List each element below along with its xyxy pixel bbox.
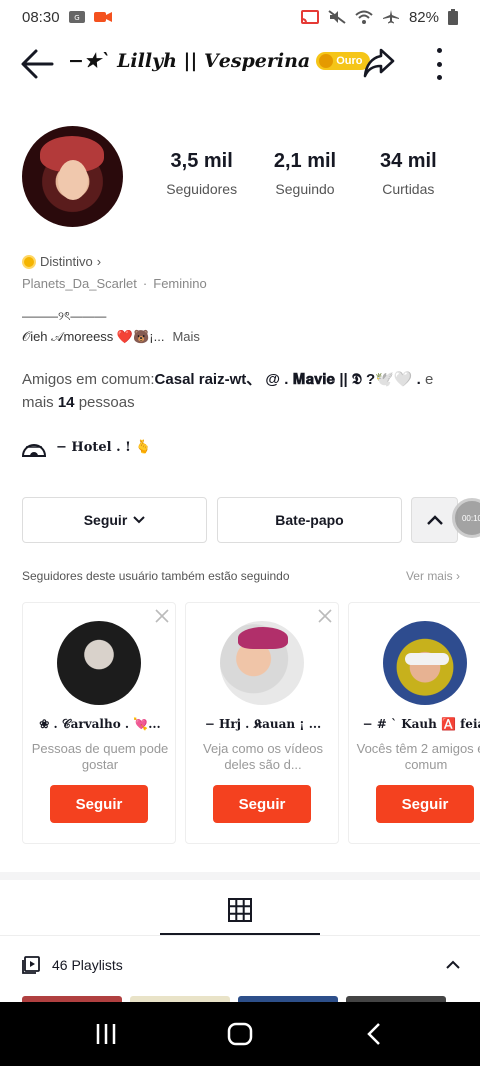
battery-percent: 82% (408, 8, 439, 26)
distintivo-icon (22, 254, 36, 269)
suggestion-carousel[interactable]: ❀ . 𝒞arvalho . 💘... Pessoas de quem pode… (22, 602, 480, 846)
gender: Feminino (153, 276, 207, 291)
stat-value: 34 mil (379, 150, 437, 172)
suggestion-avatar[interactable] (220, 621, 304, 705)
wifi-icon (355, 10, 373, 24)
username: Planets_Da_Scarlet (22, 276, 137, 291)
bio-more-link[interactable]: Mais (172, 329, 199, 344)
mutual-count: 14 (57, 394, 75, 411)
suggestion-avatar[interactable] (383, 621, 467, 705)
back-icon[interactable] (366, 1022, 382, 1046)
follow-dropdown-button[interactable]: Seguir (22, 497, 207, 543)
suggestion-avatar[interactable] (57, 621, 141, 705)
suggestion-card[interactable]: ❀ . 𝒞arvalho . 💘... Pessoas de quem pode… (22, 602, 176, 844)
hotel-link[interactable]: − 𝐇𝐨𝐭𝐞𝐥 . ! 🫰 (22, 436, 152, 458)
chevron-up-icon[interactable] (446, 960, 460, 970)
suggestion-name: ❀ . 𝒞arvalho . 💘... (39, 717, 161, 731)
chat-button[interactable]: Bate-papo (217, 497, 402, 543)
igloo-icon (22, 444, 46, 457)
more-options-icon[interactable] (430, 48, 448, 80)
back-arrow-icon[interactable] (20, 48, 54, 80)
see-more-link[interactable]: Ver mais › (406, 569, 460, 583)
stat-value: 3,5 mil (170, 150, 233, 172)
stat-label: Seguidores (166, 181, 238, 197)
content-tabs (0, 880, 480, 936)
dismiss-icon[interactable] (318, 609, 332, 623)
suggestions-heading: Seguidores deste usuário também estão se… (22, 569, 290, 583)
battery-icon (448, 9, 458, 25)
chevron-right-icon: › (96, 254, 102, 269)
section-divider (0, 872, 480, 880)
stat-value: 2,1 mil (273, 150, 337, 172)
suggestion-name: − Hrj . 𝕶auan ¡ ... (204, 717, 322, 731)
playlists-label: 46 Playlists (52, 957, 123, 973)
mutual-prefix: Amigos em comum: (22, 371, 155, 388)
suggestion-reason: Pessoas de quem pode gostar (31, 741, 169, 772)
collapse-suggestions-button[interactable] (411, 497, 458, 543)
distintivo-link[interactable]: Distintivo › (22, 254, 101, 269)
grid-icon[interactable] (228, 898, 252, 922)
chat-label: Bate-papo (275, 512, 344, 528)
suggestion-card[interactable]: − # ` Kauh 🅰️ feia. Vocês têm 2 amigos e… (348, 602, 480, 844)
stat-label: Seguindo (275, 181, 335, 197)
profile-stats: 3,5 mil Seguidores 2,1 mil Seguindo 34 m… (150, 150, 460, 197)
status-bar: 08:30 G 82% (0, 0, 480, 34)
playlist-icon (22, 956, 40, 974)
badge-label: Ouro (336, 55, 363, 67)
suggestion-follow-button[interactable]: Seguir (50, 785, 148, 823)
suggestion-reason: Veja como os vídeos deles são d... (203, 741, 323, 772)
bio-decoration: ———୨ৎ——— (22, 309, 107, 323)
mute-icon (328, 10, 346, 24)
dismiss-icon[interactable] (155, 609, 169, 623)
profile-meta: Planets_Da_Scarlet · Feminino (22, 276, 207, 291)
svg-text:G: G (74, 14, 79, 22)
hotel-text: − 𝐇𝐨𝐭𝐞𝐥 . ! 🫰 (56, 439, 152, 455)
follow-label: Seguir (83, 512, 128, 528)
bio-text: 𝒪ieh 𝒜moreess ❤️🐻¡... (22, 329, 165, 344)
coin-icon (319, 54, 334, 68)
suggestion-follow-button[interactable]: Seguir (213, 785, 311, 823)
mutual-friends[interactable]: Amigos em comum:Casal raiz-wt、 @ . 𝐌𝐚𝐯𝐢𝐞… (22, 368, 462, 414)
profile-avatar[interactable] (22, 126, 123, 227)
suggestion-name: − # ` Kauh 🅰️ feia. (362, 717, 480, 731)
recent-apps-icon[interactable] (94, 1022, 118, 1046)
cast-icon (300, 10, 319, 24)
gallery-icon: G (68, 11, 85, 23)
playlists-row[interactable]: 46 Playlists (22, 956, 460, 974)
system-nav-bar (0, 1002, 480, 1066)
suggestions-header: Seguidores deste usuário também estão se… (22, 569, 460, 583)
profile-title: −★` 𝑳𝒊𝒍𝒍𝒚𝒉 || 𝑽𝒆𝒔𝒑𝒆𝒓𝒊𝒏𝒂 (68, 50, 311, 72)
see-more-label: Ver mais (405, 569, 453, 583)
suggestion-reason: Vocês têm 2 amigos em comum (356, 741, 480, 772)
stat-followers[interactable]: 3,5 mil Seguidores (150, 150, 253, 197)
airplane-icon (382, 10, 399, 24)
suggestion-card[interactable]: − Hrj . 𝕶auan ¡ ... Veja como os vídeos … (185, 602, 339, 844)
stat-likes[interactable]: 34 mil Curtidas (357, 150, 460, 197)
stat-label: Curtidas (382, 181, 435, 197)
chevron-up-icon (426, 515, 443, 525)
chevron-down-icon (133, 516, 145, 524)
status-time: 08:30 (22, 8, 60, 26)
home-icon[interactable] (227, 1022, 253, 1046)
bio[interactable]: 𝒪ieh 𝒜moreess ❤️🐻¡... Mais (22, 329, 200, 345)
active-tab-indicator (160, 933, 320, 935)
profile-title-group: −★` 𝑳𝒊𝒍𝒍𝒚𝒉 || 𝑽𝒆𝒔𝒑𝒆𝒓𝒊𝒏𝒂 Ouro (68, 50, 370, 72)
share-icon[interactable] (362, 46, 396, 80)
mutual-names: Casal raiz-wt、 @ . 𝐌𝐚𝐯𝐢𝐞 || 𝕯 ?🕊️🤍 . (154, 371, 421, 388)
mutual-suffix: pessoas (74, 394, 135, 411)
stat-following[interactable]: 2,1 mil Seguindo (253, 150, 356, 197)
distintivo-label: Distintivo (40, 254, 93, 269)
video-recording-icon (93, 12, 112, 22)
top-nav: −★` 𝑳𝒊𝒍𝒍𝒚𝒉 || 𝑽𝒆𝒔𝒑𝒆𝒓𝒊𝒏𝒂 Ouro (0, 40, 480, 88)
recording-time: 00:10 (461, 513, 480, 523)
suggestion-follow-button[interactable]: Seguir (376, 785, 474, 823)
